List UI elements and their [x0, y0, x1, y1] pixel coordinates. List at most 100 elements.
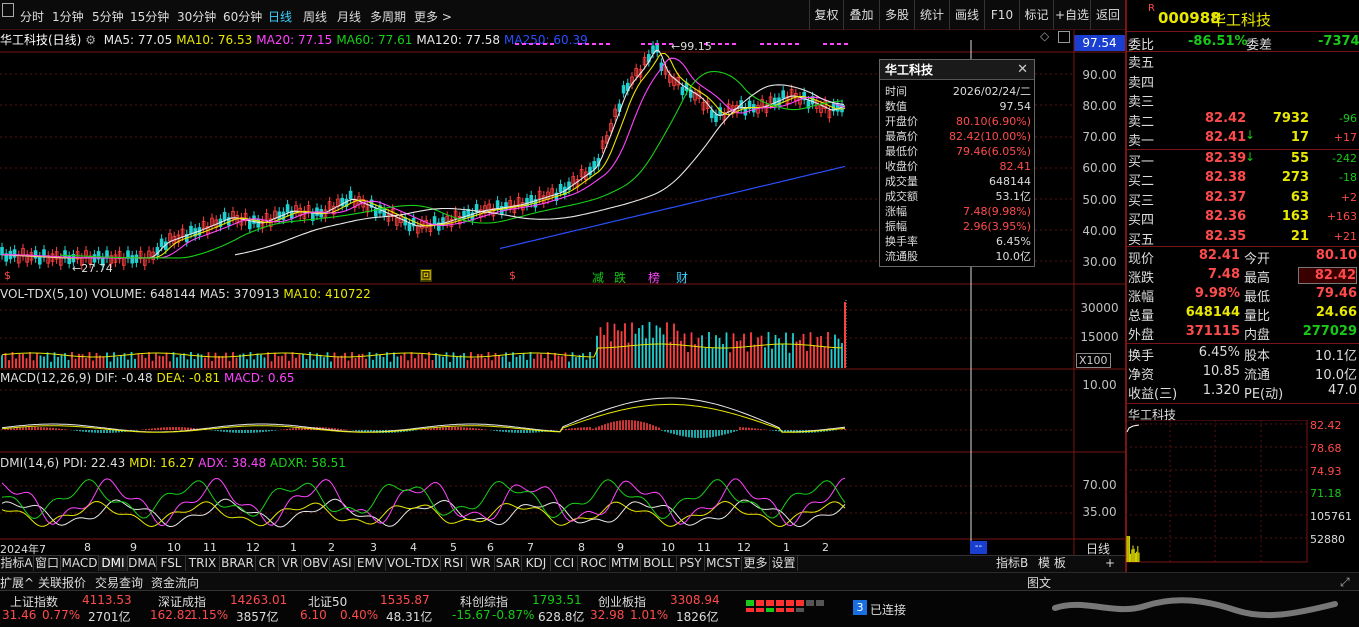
tooltip-key: 开盘价: [885, 114, 918, 129]
tooltip-value: 6.45%: [996, 234, 1031, 249]
tooltip-title: 华工科技: [880, 60, 1034, 80]
indicator-tab[interactable]: EMV: [355, 555, 386, 571]
date-tick: 9: [130, 541, 137, 554]
indicator-tab[interactable]: CCI: [551, 555, 578, 571]
candle-body: [278, 212, 281, 220]
mini-price-line: [1127, 425, 1139, 432]
indicator-tab[interactable]: CR: [256, 555, 279, 571]
candle-body: [681, 87, 684, 95]
tooltip-key: 最低价: [885, 144, 918, 159]
stat-value: 277029: [1298, 324, 1357, 339]
stat-label: 涨幅: [1128, 286, 1154, 305]
indicator-tab[interactable]: 窗口: [34, 555, 61, 571]
book-price[interactable]: 82.35: [1205, 229, 1246, 244]
indicator-tab[interactable]: VR: [279, 555, 302, 571]
event-marker[interactable]: 减: [592, 269, 604, 286]
candle-body: [131, 256, 134, 264]
tooltip-value: 82.42(10.00%): [949, 129, 1031, 144]
indicator-tab[interactable]: ASI: [330, 555, 355, 571]
indicator-tab[interactable]: SAR: [495, 555, 522, 571]
indicator-tab[interactable]: DMA: [128, 555, 157, 571]
stat-value: 24.66: [1298, 305, 1357, 320]
tooltip-key: 收盘价: [885, 159, 918, 174]
indicator-tab[interactable]: RSI: [441, 555, 467, 571]
indicator-tab[interactable]: 设置: [770, 555, 798, 571]
price-tick: 80.00: [1074, 99, 1125, 113]
indicator-tab[interactable]: 更多: [742, 555, 770, 571]
divider: [1127, 403, 1359, 404]
indicator-tab[interactable]: WR: [467, 555, 495, 571]
macd-tick: 10.00: [1074, 378, 1125, 392]
event-marker[interactable]: 跌: [614, 269, 626, 286]
index-amount: 3857亿: [236, 608, 279, 625]
candle-body: [433, 217, 436, 225]
event-dot: [732, 43, 736, 45]
indicator-tab[interactable]: BRAR: [220, 555, 256, 571]
tooltip-key: 成交额: [885, 189, 918, 204]
event-marker[interactable]: 榜: [648, 269, 660, 286]
event-dot: [529, 43, 533, 45]
indicator-tab[interactable]: PSY: [677, 555, 705, 571]
date-tick: 8: [578, 541, 585, 554]
indicator-tab[interactable]: MTM: [610, 555, 641, 571]
tuwen-tab[interactable]: 图文: [1027, 574, 1051, 591]
indicator-tab[interactable]: FSL: [157, 555, 186, 571]
indicator-tab-right[interactable]: +: [1105, 555, 1115, 571]
date-tick: 6: [487, 541, 494, 554]
event-dot: [578, 43, 582, 45]
bottom-tab[interactable]: 资金流向: [151, 574, 199, 591]
bottom-tab[interactable]: 交易查询: [95, 574, 143, 591]
index-pct: 0.77%: [42, 608, 80, 622]
index-pct: -0.87%: [492, 608, 534, 622]
stat-label: 涨跌: [1128, 267, 1154, 286]
indicator-tab[interactable]: OBV: [302, 555, 330, 571]
book-volume: 163: [1265, 209, 1309, 224]
bottom-tab[interactable]: 扩展^: [0, 574, 34, 591]
event-dot: [606, 43, 610, 45]
dmi-legend: DMI(14,6) PDI: 22.43 MDI: 16.27 ADX: 38.…: [0, 456, 346, 470]
book-price[interactable]: 82.41: [1205, 130, 1246, 145]
candle-body: [248, 221, 251, 229]
indicator-tab[interactable]: KDJ: [522, 555, 551, 571]
stock-terminal: { "toolbar":{"items":["分时","1分钟","5分钟","…: [0, 0, 1359, 627]
event-marker[interactable]: $: [4, 269, 11, 282]
indicator-tab[interactable]: TRIX: [186, 555, 220, 571]
index-change: 31.46: [2, 608, 36, 622]
book-label: 买一: [1128, 151, 1154, 170]
event-dot: [760, 43, 764, 45]
book-price[interactable]: 82.38: [1205, 170, 1246, 185]
indicator-tab[interactable]: MCST: [705, 555, 742, 571]
date-tick: 1: [290, 541, 297, 554]
intraday-mini-chart[interactable]: 82.42 78.68 74.93 71.18 105761 52880: [1125, 420, 1359, 570]
book-volume: 63: [1265, 190, 1309, 205]
event-dot: [543, 43, 547, 45]
book-delta: -242: [1316, 152, 1357, 165]
indicator-tab[interactable]: BOLL: [641, 555, 677, 571]
book-price[interactable]: 82.39: [1205, 151, 1246, 166]
expand-icon[interactable]: ⤢: [1340, 575, 1350, 590]
macd-dif: [2, 398, 845, 432]
close-icon[interactable]: ✕: [1017, 62, 1028, 77]
book-price[interactable]: 82.42: [1205, 111, 1246, 126]
event-dot: [599, 43, 603, 45]
indicator-tab[interactable]: DMI: [99, 555, 128, 571]
event-marker[interactable]: $: [509, 269, 516, 282]
book-price[interactable]: 82.37: [1205, 190, 1246, 205]
book-price[interactable]: 82.36: [1205, 209, 1246, 224]
indicator-tab[interactable]: MACD: [61, 555, 99, 571]
indicator-tab[interactable]: 指标A: [0, 555, 34, 571]
indicator-tab-right[interactable]: 模 板: [1038, 555, 1066, 571]
event-marker[interactable]: 回: [420, 269, 432, 282]
bottom-tab[interactable]: 关联报价: [38, 574, 86, 591]
mini-tick: 105761: [1310, 510, 1352, 523]
candle-body: [782, 91, 785, 99]
event-dot: [515, 43, 519, 45]
event-marker[interactable]: 财: [676, 269, 688, 286]
news-ticker: [1045, 594, 1345, 620]
indicator-tab[interactable]: ROC: [578, 555, 610, 571]
indicator-tab-right[interactable]: 指标B: [996, 555, 1028, 571]
date-tick: 1: [783, 541, 790, 554]
tooltip-value: 53.1亿: [996, 189, 1032, 204]
candle-body: [408, 223, 411, 231]
indicator-tab[interactable]: VOL-TDX: [386, 555, 441, 571]
